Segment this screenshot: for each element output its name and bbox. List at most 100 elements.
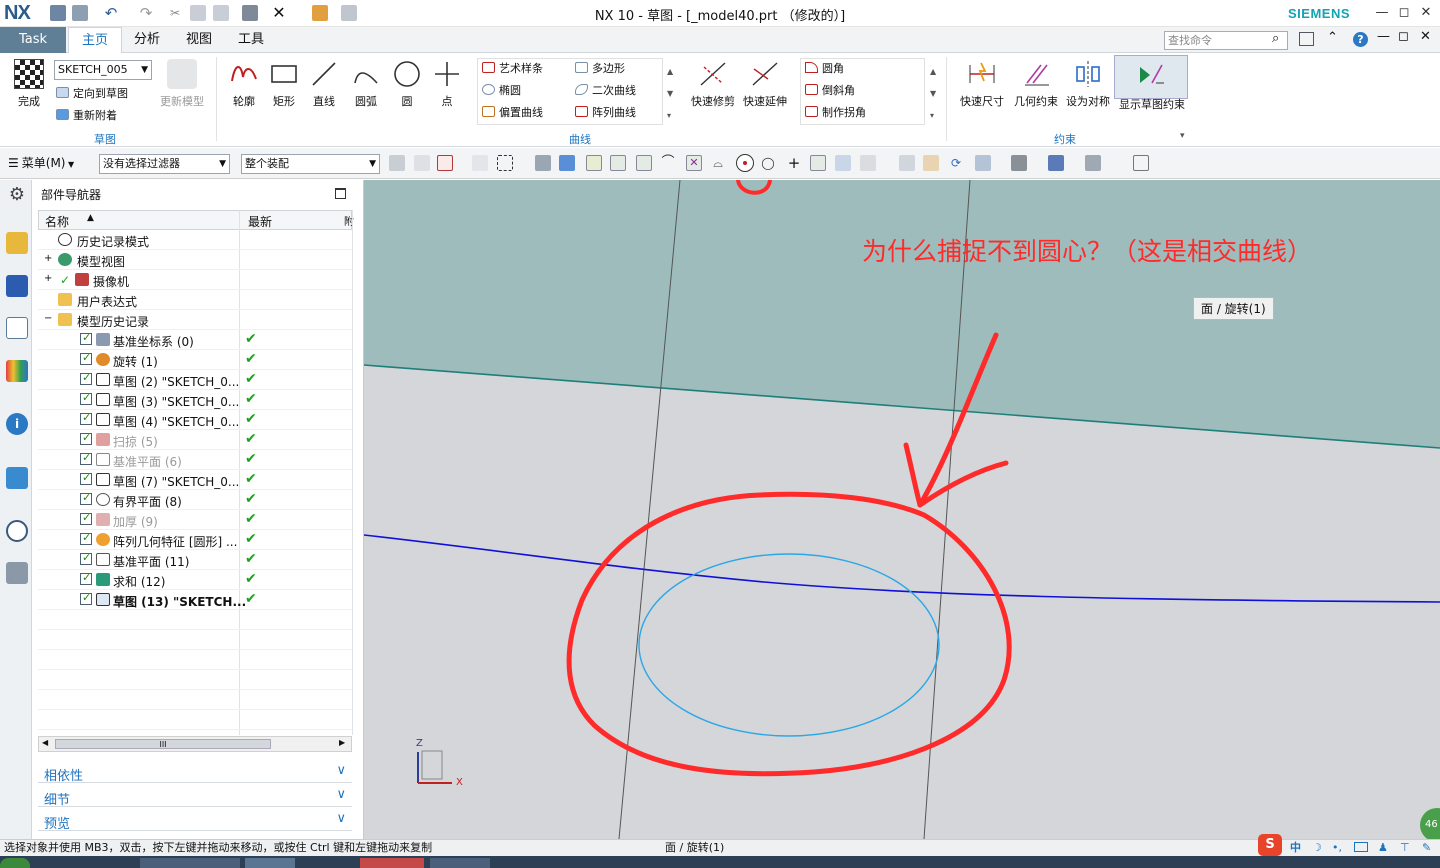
circle-center-snap-icon[interactable] <box>736 154 754 172</box>
feature-checkbox[interactable] <box>80 451 92 465</box>
tree-row-model-history[interactable]: − 模型历史记录 <box>38 310 352 330</box>
feature-checkbox[interactable] <box>80 551 92 565</box>
info-icon[interactable]: i <box>6 413 28 435</box>
column-latest-header[interactable]: 最新 <box>248 213 272 230</box>
gallery-scroll-icon[interactable]: ▲ ▼ ▾ <box>667 61 673 127</box>
tree-row-cameras[interactable]: + ✓ 摄像机 <box>38 270 352 290</box>
restore-button[interactable]: ◻ <box>1393 3 1415 23</box>
horizontal-scrollbar[interactable]: ◀ III ▶ <box>38 736 352 752</box>
point-button[interactable]: 点 <box>423 59 471 109</box>
history-clock-icon[interactable] <box>6 520 28 542</box>
group-options-icon[interactable]: ▾ <box>1180 131 1185 141</box>
faces-icon[interactable] <box>559 155 575 171</box>
tree-row-current-sketch[interactable]: 草图 (13) "SKETCH...✔ <box>38 590 352 610</box>
graphics-window[interactable]: 为什么捕捉不到圆心？（这是相交曲线） 面 / 旋转(1) Z X 46 <box>364 180 1440 839</box>
midpoint-icon[interactable] <box>636 155 652 171</box>
assembly-navigator-icon[interactable] <box>6 232 28 254</box>
tree-row-feature[interactable]: 草图 (7) "SKETCH_0...✔ <box>38 470 352 490</box>
sketch-name-select[interactable]: SKETCH_005 ▼ <box>54 60 152 80</box>
scroll-right-icon[interactable]: ▶ <box>339 738 345 747</box>
show-sketch-constraints-button[interactable] <box>1114 55 1188 99</box>
deselect-icon[interactable] <box>472 155 488 171</box>
search-icon[interactable]: ⌕ <box>1272 31 1279 46</box>
dependencies-panel[interactable]: 相依性 ∨ <box>38 761 352 784</box>
feature-checkbox[interactable] <box>80 511 92 525</box>
tree-row-feature[interactable]: 扫掠 (5)✔ <box>38 430 352 450</box>
endpoint-icon[interactable] <box>610 155 626 171</box>
scroll-left-icon[interactable]: ◀ <box>42 738 48 747</box>
taskbar-item[interactable] <box>245 858 295 868</box>
taskbar-item[interactable] <box>430 858 490 868</box>
settings-gear-icon[interactable]: ⚙ <box>6 184 28 206</box>
part-minimize-button[interactable]: — <box>1377 29 1390 44</box>
start-button[interactable] <box>0 858 30 868</box>
selection-scope-select[interactable]: 整个装配 ▼ <box>241 154 380 174</box>
revolve-face-upper[interactable] <box>364 180 1440 448</box>
feature-checkbox[interactable] <box>80 351 92 365</box>
pattern-curve-button[interactable]: 阵列曲线 <box>575 103 636 123</box>
ime-shirt-icon[interactable]: ⊤ <box>1400 840 1410 856</box>
ime-moon-icon[interactable]: ☽ <box>1312 840 1322 856</box>
minimize-button[interactable]: — <box>1371 3 1393 23</box>
reattach-button[interactable]: 重新附着 <box>56 106 117 126</box>
tree-row-feature[interactable]: 基准坐标系 (0)✔ <box>38 330 352 350</box>
tree-row-user-expressions[interactable]: 用户表达式 <box>38 290 352 310</box>
fit-view-icon[interactable] <box>899 155 915 171</box>
fillet-button[interactable]: 圆角 <box>805 59 844 79</box>
zoom-icon[interactable] <box>923 155 939 171</box>
ribbon-window-icon[interactable] <box>1299 32 1314 46</box>
rectangle-select-icon[interactable] <box>497 155 513 171</box>
tab-task[interactable]: Task <box>0 27 66 53</box>
chamfer-button[interactable]: 倒斜角 <box>805 81 855 101</box>
tree-row-feature[interactable]: 旋转 (1)✔ <box>38 350 352 370</box>
tab-home[interactable]: 主页 <box>68 27 122 53</box>
feature-checkbox[interactable] <box>80 371 92 385</box>
tree-row-feature[interactable]: 基准平面 (6)✔ <box>38 450 352 470</box>
rendering-style-icon[interactable] <box>1011 155 1027 171</box>
menu-button[interactable]: ☰ 菜单(M) ▼ <box>8 154 74 171</box>
select-all-icon[interactable] <box>414 155 430 171</box>
offset-curve-button[interactable]: 偏置曲线 <box>482 103 543 123</box>
tree-row-feature[interactable]: 草图 (4) "SKETCH_0...✔ <box>38 410 352 430</box>
expand-icon[interactable]: + <box>44 273 52 284</box>
scrollbar-thumb[interactable]: III <box>55 739 271 749</box>
ime-user-icon[interactable]: ♟ <box>1378 840 1388 856</box>
rapid-dimension-button[interactable]: 快速尺寸 <box>955 59 1009 109</box>
tab-tools[interactable]: 工具 <box>226 27 276 53</box>
tree-row-feature[interactable]: 加厚 (9)✔ <box>38 510 352 530</box>
point-on-face-icon[interactable] <box>835 155 851 171</box>
ellipse-button[interactable]: 椭圆 <box>482 81 521 101</box>
polygon-button[interactable]: 多边形 <box>575 59 625 79</box>
geometric-constraints-button[interactable]: 几何约束 <box>1010 59 1062 109</box>
point-on-curve-icon[interactable] <box>810 155 826 171</box>
make-symmetric-button[interactable]: 设为对称 <box>1062 59 1114 109</box>
quick-trim-button[interactable]: 快速修剪 <box>689 59 737 109</box>
tab-view[interactable]: 视图 <box>174 27 224 53</box>
feature-checkbox[interactable] <box>80 431 92 445</box>
feature-checkbox[interactable] <box>80 591 92 605</box>
type-filter-icon[interactable] <box>389 155 405 171</box>
tree-row-feature[interactable]: 基准平面 (11)✔ <box>38 550 352 570</box>
studio-spline-button[interactable]: 艺术样条 <box>482 59 543 79</box>
feature-checkbox[interactable] <box>80 571 92 585</box>
preview-panel[interactable]: 预览 ∨ <box>38 809 352 832</box>
tree-row-history-mode[interactable]: 历史记录模式 <box>38 230 352 250</box>
taskbar-item[interactable] <box>140 858 240 868</box>
quadrant-icon[interactable]: ◯ <box>760 155 776 171</box>
details-panel[interactable]: 细节 ∨ <box>38 785 352 808</box>
model-canvas[interactable] <box>364 180 1440 839</box>
corner-gallery-scroll-icon[interactable]: ▲ ▼ ▾ <box>930 61 936 127</box>
constraint-navigator-icon[interactable] <box>6 275 28 297</box>
feature-checkbox[interactable] <box>80 331 92 345</box>
feature-checkbox[interactable] <box>80 471 92 485</box>
tab-analysis[interactable]: 分析 <box>122 27 172 53</box>
command-search-input[interactable]: 查找命令 <box>1164 31 1288 50</box>
feature-checkbox[interactable] <box>80 491 92 505</box>
selection-filter-select[interactable]: 没有选择过滤器 ▼ <box>99 154 230 174</box>
edit-section-icon[interactable] <box>1048 155 1064 171</box>
blue-curve[interactable] <box>364 534 1440 603</box>
feature-snap-icon[interactable] <box>437 155 453 171</box>
orient-to-sketch-button[interactable]: 定向到草图 <box>56 84 128 104</box>
expand-icon[interactable]: + <box>44 253 52 264</box>
bounded-grid-icon[interactable] <box>860 155 876 171</box>
